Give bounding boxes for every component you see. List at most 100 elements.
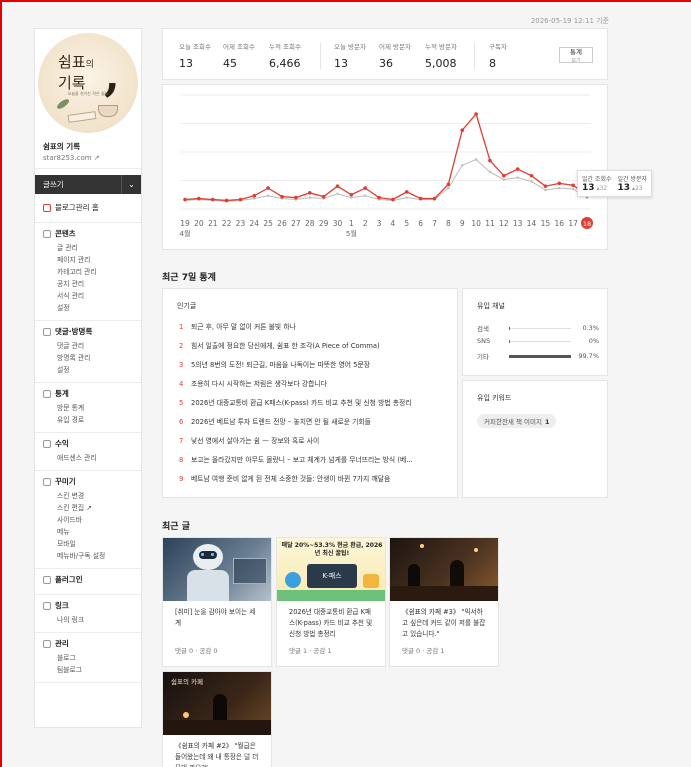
data-point[interactable] [544,188,547,192]
sidebar-item[interactable]: 댓글 관리 [43,340,133,352]
data-point[interactable] [350,196,353,199]
channel-bar-fill [509,326,510,330]
popular-item[interactable]: 7 낯선 영에서 살아가는 쉼 — 장보와 혹로 사이 [179,435,449,454]
data-point[interactable] [294,195,298,200]
data-point[interactable] [543,184,548,188]
data-point[interactable] [266,186,270,190]
data-point[interactable] [404,190,409,194]
data-point[interactable] [307,191,312,195]
stats-button-sub: 보기 [571,58,581,64]
data-point[interactable] [557,181,562,186]
stats-button[interactable]: 통계 보기 [559,47,593,64]
sidebar-item[interactable]: 글 관리 [43,242,133,254]
sidebar-item[interactable]: 방문 통계 [43,402,133,414]
keyword-tag[interactable]: 커피한잔새 책 이미지 1 [477,414,557,428]
data-point[interactable] [571,187,575,191]
data-point[interactable] [488,158,492,163]
data-point[interactable] [502,178,506,181]
data-point[interactable] [488,170,492,174]
data-point[interactable] [558,186,561,190]
popular-item[interactable]: 2 힘서 일출에 정요한 당신에게, 쉼표 한 조각(A Piece of Com… [179,340,449,359]
popular-item[interactable]: 5 2026년 대중교통비 환급 K패스(K-pass) 카드 비교 추천 및 신… [179,397,449,416]
sidebar-item[interactable]: 애드센스 관리 [43,452,133,464]
sidebar-item[interactable]: 유입 경로 [43,414,133,426]
data-point[interactable] [224,198,229,203]
blog-url[interactable]: star8253.com ↗ [35,152,141,169]
data-point[interactable] [336,192,339,195]
data-point[interactable] [266,194,270,197]
data-point[interactable] [502,173,506,178]
sidebar-item[interactable]: 사이드바 [43,514,133,526]
sidebar-item[interactable]: 페이지 관리 [43,254,133,266]
data-point[interactable] [210,197,215,202]
sidebar-item[interactable]: 스킨 변경 [43,490,133,502]
data-point[interactable] [460,128,465,132]
popular-posts: 인기글 1 퇴근 후, 아무 말 없이 커튼 불빛 하나 2 힘서 일출에 정요한 당… [162,288,458,498]
data-point[interactable] [349,192,354,197]
data-point[interactable] [432,196,437,201]
sidebar-item[interactable]: 블로그 [43,652,133,664]
sidebar-section-title[interactable]: 콘텐츠 [43,228,133,239]
popular-item[interactable]: 1 퇴근 후, 아무 말 없이 커튼 불빛 하나 [179,321,449,340]
data-point[interactable] [252,193,257,198]
data-point[interactable] [515,167,520,171]
data-point[interactable] [405,196,408,199]
sidebar-section-title[interactable]: 링크 [43,600,133,611]
data-point[interactable] [253,197,256,200]
sidebar-item[interactable]: 설정 [43,302,133,314]
sidebar-section-title[interactable]: 수익 [43,438,133,449]
data-point[interactable] [363,186,368,190]
data-point[interactable] [364,194,367,197]
sidebar-section-title[interactable]: 꾸미기 [43,476,133,487]
sidebar-item[interactable]: 나의 링크 [43,614,133,626]
sidebar-item[interactable]: 서식 관리 [43,290,133,302]
chevron-down-icon[interactable]: ⌄ [121,175,141,194]
data-point[interactable] [377,195,381,200]
sidebar-item[interactable]: 카테고리 관리 [43,266,133,278]
data-point[interactable] [321,194,326,199]
sidebar-section-title[interactable]: 플러그인 [43,574,133,585]
data-point[interactable] [447,186,450,190]
popular-item[interactable]: 6 2026년 베트남 투자 트렌드 전망 – 놓치면 안 될 새로운 기회들 [179,416,449,435]
data-point[interactable] [446,182,451,187]
popular-item[interactable]: 4 조용히 다시 시작하는 저림은 생각보다 강합니다 [179,378,449,397]
data-point[interactable] [335,184,340,188]
data-point[interactable] [474,112,478,116]
data-point[interactable] [418,196,423,201]
visitor-chart-svg[interactable]: 194월20 21 22 23 24 25 26 27 28 29 30 15월2 3 4 5 6 7 8 9 10 1… [163,85,607,249]
data-point[interactable] [530,180,533,183]
write-button[interactable]: 글쓰기 ⌄ [35,175,141,194]
data-point[interactable] [461,164,464,167]
blog-name[interactable]: 쉼표의 기록 [35,133,141,152]
data-point[interactable] [571,183,575,188]
data-point[interactable] [197,196,201,201]
sidebar-item[interactable]: 모바일 [43,538,133,550]
post-card[interactable]: [취미] 눈을 감아야 보이는 세계 댓글 0 · 공감 0 [162,537,272,667]
data-point[interactable] [308,196,311,199]
sidebar-section-title[interactable]: 댓글·방명록 [43,326,133,337]
sidebar-item-home[interactable]: 블로그관리 홈 [43,202,133,213]
data-point[interactable] [280,194,284,199]
sidebar-item[interactable]: 공지 관리 [43,278,133,290]
sidebar-section-title[interactable]: 통계 [43,388,133,399]
sidebar-item[interactable]: 스킨 편집 ↗ [43,502,133,514]
popular-item[interactable]: 3 5의년 8번의 도전! 퇴근길, 마음을 나독이는 따뜻한 영어 5문장 [179,359,449,378]
sidebar-item[interactable]: 메뉴바/구독 설정 [43,550,133,562]
sidebar-item[interactable]: 메뉴 [43,526,133,538]
post-card[interactable]: 《쉼표의 카페 #3》 "익서하고 싶은데 커드 같이 저를 불잡고 있습니다.… [389,537,499,667]
sidebar-item[interactable]: 방명록 관리 [43,352,133,364]
sidebar-item[interactable]: 설정 [43,364,133,376]
data-point[interactable] [516,176,519,179]
data-point[interactable] [529,173,534,178]
popular-item[interactable]: 8 보고는 올라갔지만 아무도 몰랐니 – 보고 체계가 넘게를 무너뜨리는 방식… [179,454,449,473]
data-point[interactable] [183,197,187,202]
post-card[interactable]: 매달 20%~53.3% 현금 환급, 2026년 최신 꿀팁! K-패스 20… [276,537,386,667]
data-point[interactable] [474,158,478,161]
data-point[interactable] [391,197,395,202]
popular-item[interactable]: 9 베트남 여행 준비 없게 된 전체 소중한 것들: 안생이 바뀐 7가지 깨달… [179,473,449,492]
sidebar-section-title[interactable]: 관리 [43,638,133,649]
sidebar-item[interactable]: 팀블로그 [43,664,133,676]
blog-logo[interactable]: 쉼표의 기록 , 오늘을 쉬가는 작은 쉼표 [38,33,138,133]
data-point[interactable] [238,197,243,202]
post-card[interactable]: 쉼표의 카페 《쉼표의 카페 #2》 "월급은 들어왔는데 왜 내 통장은 덜 … [162,671,272,767]
